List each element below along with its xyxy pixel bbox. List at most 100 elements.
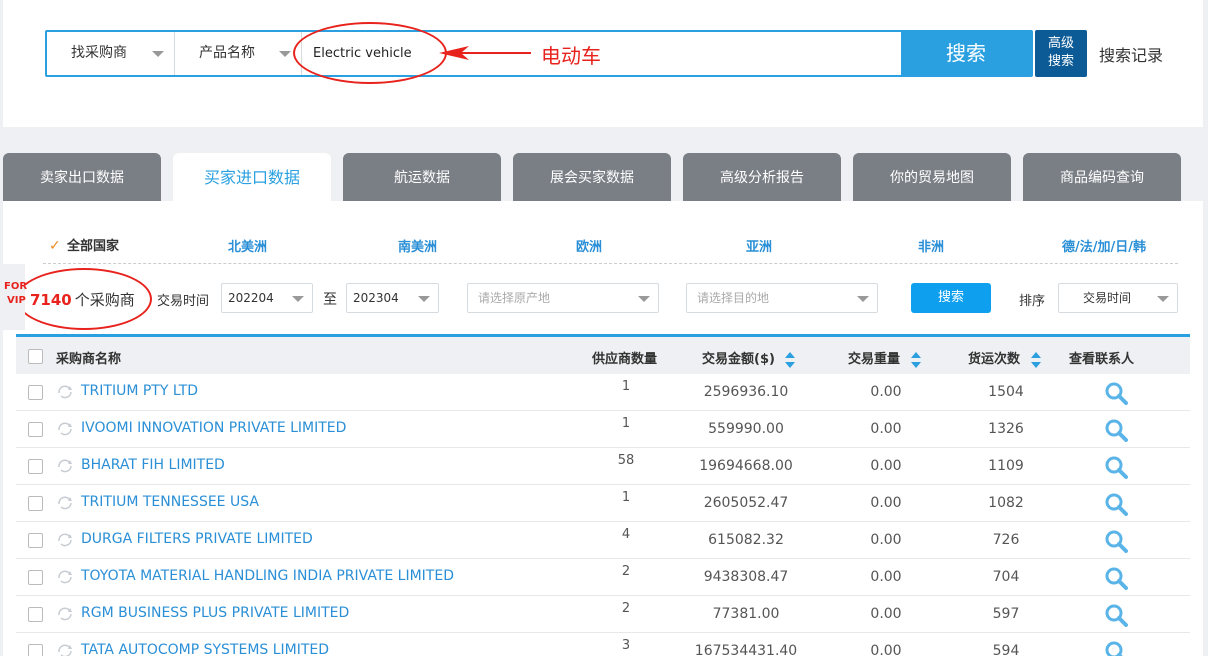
tab-seller-export[interactable]: 卖家出口数据 xyxy=(3,153,161,201)
follow-icon[interactable] xyxy=(56,642,74,656)
table-row: TATA AUTOCOMP SYSTEMS LIMITED 3 167534431.… xyxy=(16,633,1190,656)
date-from-select[interactable]: 202204 xyxy=(221,283,313,313)
row-checkbox[interactable] xyxy=(28,607,43,622)
buyer-name-link[interactable]: IVOOMI INNOVATION PRIVATE LIMITED xyxy=(81,420,346,436)
sort-icon[interactable] xyxy=(785,351,796,368)
region-asia[interactable]: 亚洲 xyxy=(746,236,772,255)
caret-down-icon xyxy=(292,296,304,302)
trade-weight: 0.00 xyxy=(870,384,902,400)
buyer-name-link[interactable]: TRITIUM TENNESSEE USA xyxy=(81,494,259,510)
row-checkbox[interactable] xyxy=(28,459,43,474)
search-contact-icon[interactable] xyxy=(1104,455,1130,479)
follow-icon[interactable] xyxy=(56,383,74,401)
tab-trade-map[interactable]: 你的贸易地图 xyxy=(853,153,1011,201)
search-field-value: 产品名称 xyxy=(199,45,255,61)
region-africa[interactable]: 非洲 xyxy=(918,236,944,255)
shipment-count: 704 xyxy=(992,569,1020,585)
tab-hs-code[interactable]: 商品编码查询 xyxy=(1023,153,1181,201)
header-weight[interactable]: 交易重量 xyxy=(848,348,921,368)
search-contact-icon[interactable] xyxy=(1104,381,1130,405)
header-amount-label: 交易金额($) xyxy=(702,352,775,367)
search-field-select[interactable]: 产品名称 xyxy=(175,32,302,75)
buyer-name-link[interactable]: TRITIUM PTY LTD xyxy=(81,383,198,399)
header-contact: 查看联系人 xyxy=(1069,352,1135,367)
search-contact-icon[interactable] xyxy=(1104,529,1130,553)
search-contact-icon[interactable] xyxy=(1104,640,1130,656)
date-label: 交易时间 xyxy=(157,294,210,309)
sort-icon[interactable] xyxy=(910,351,921,368)
tab-exhibition-buyers[interactable]: 展会买家数据 xyxy=(513,153,671,201)
follow-icon[interactable] xyxy=(56,494,74,512)
shipment-count: 594 xyxy=(992,643,1020,656)
tab-buyer-import[interactable]: 买家进口数据 xyxy=(173,153,331,201)
sort-select[interactable]: 交易时间 xyxy=(1058,283,1178,313)
row-checkbox[interactable] xyxy=(28,422,43,437)
tab-shipping[interactable]: 航运数据 xyxy=(343,153,501,201)
supplier-count: 4 xyxy=(621,527,631,542)
supplier-count: 2 xyxy=(621,601,631,616)
table-body: TRITIUM PTY LTD 1 2596936.10 0.00 1504 IVOOMI… xyxy=(16,374,1190,656)
tab-analysis-report[interactable]: 高级分析报告 xyxy=(683,153,841,201)
all-countries-label: 全部国家 xyxy=(67,239,120,254)
caret-down-icon xyxy=(857,296,869,302)
search-contact-icon[interactable] xyxy=(1104,566,1130,590)
advanced-search-button[interactable]: 高级 搜索 xyxy=(1035,30,1087,77)
buyers-table: 采购商名称 供应商数量 交易金额($) 交易重量 货运次数 查看联系人 TRIT… xyxy=(16,334,1190,656)
region-filter: ✓ 全部国家 北美洲 南美洲 欧洲 亚洲 非洲 德/法/加/日/韩 xyxy=(3,201,1203,261)
follow-icon[interactable] xyxy=(56,605,74,623)
destination-select[interactable]: 请选择目的地 xyxy=(686,283,878,313)
results-panel: ✓ 全部国家 北美洲 南美洲 欧洲 亚洲 非洲 德/法/加/日/韩 7140 个采购… xyxy=(3,201,1203,656)
region-europe[interactable]: 欧洲 xyxy=(576,236,602,255)
table-row: TRITIUM TENNESSEE USA 1 2605052.47 0.00 1082 xyxy=(16,485,1190,522)
region-south-america[interactable]: 南美洲 xyxy=(398,236,437,255)
buyer-name-link[interactable]: RGM BUSINESS PLUS PRIVATE LIMITED xyxy=(81,605,349,621)
buyer-name-link[interactable]: BHARAT FIH LIMITED xyxy=(81,457,225,473)
header-amount[interactable]: 交易金额($) xyxy=(702,348,796,368)
search-contact-icon[interactable] xyxy=(1104,492,1130,516)
annotation-ellipse xyxy=(293,22,447,84)
table-row: IVOOMI INNOVATION PRIVATE LIMITED 1 559990… xyxy=(16,411,1190,448)
row-checkbox[interactable] xyxy=(28,496,43,511)
row-checkbox[interactable] xyxy=(28,533,43,548)
search-contact-icon[interactable] xyxy=(1104,603,1130,627)
region-de-fr-ca-jp-kr[interactable]: 德/法/加/日/韩 xyxy=(1062,236,1146,255)
header-shipments[interactable]: 货运次数 xyxy=(968,348,1041,368)
row-checkbox[interactable] xyxy=(28,385,43,400)
sort-icon[interactable] xyxy=(1030,351,1041,368)
follow-icon[interactable] xyxy=(56,420,74,438)
origin-select[interactable]: 请选择原产地 xyxy=(467,283,659,313)
all-countries-checkbox[interactable]: ✓ 全部国家 xyxy=(49,235,119,254)
region-north-america[interactable]: 北美洲 xyxy=(228,236,267,255)
origin-placeholder: 请选择原产地 xyxy=(478,291,551,305)
header-suppliers: 供应商数量 xyxy=(592,352,658,367)
shipment-count: 1504 xyxy=(988,384,1024,400)
header-weight-label: 交易重量 xyxy=(848,352,901,367)
destination-placeholder: 请选择目的地 xyxy=(697,291,770,305)
date-to-select[interactable]: 202304 xyxy=(346,283,439,313)
search-contact-icon[interactable] xyxy=(1104,418,1130,442)
date-separator: 至 xyxy=(323,292,337,308)
follow-icon[interactable] xyxy=(56,531,74,549)
buyer-name-link[interactable]: TATA AUTOCOMP SYSTEMS LIMITED xyxy=(81,642,329,656)
buyer-name-link[interactable]: TOYOTA MATERIAL HANDLING INDIA PRIVATE L… xyxy=(81,568,454,584)
caret-down-icon xyxy=(418,296,430,302)
row-checkbox[interactable] xyxy=(28,570,43,585)
divider xyxy=(43,263,1178,264)
search-type-select[interactable]: 找采购商 xyxy=(47,32,175,75)
shipment-count: 1082 xyxy=(988,495,1024,511)
supplier-count: 1 xyxy=(621,379,631,394)
follow-icon[interactable] xyxy=(56,568,74,586)
buyer-name-link[interactable]: DURGA FILTERS PRIVATE LIMITED xyxy=(81,531,313,547)
vip-side-tab-line-1: FOR xyxy=(4,281,28,292)
search-history-link[interactable]: 搜索记录 xyxy=(1099,42,1163,66)
select-all-checkbox[interactable] xyxy=(28,349,43,364)
caret-down-icon xyxy=(1157,296,1169,302)
search-button[interactable]: 搜索 xyxy=(901,30,1031,77)
caret-down-icon xyxy=(638,296,650,302)
row-checkbox[interactable] xyxy=(28,644,43,656)
shipment-count: 597 xyxy=(992,606,1020,622)
trade-weight: 0.00 xyxy=(870,569,902,585)
follow-icon[interactable] xyxy=(56,457,74,475)
filter-search-button[interactable]: 搜索 xyxy=(911,283,991,313)
vip-side-tab[interactable]: FOR VIP xyxy=(3,264,28,330)
